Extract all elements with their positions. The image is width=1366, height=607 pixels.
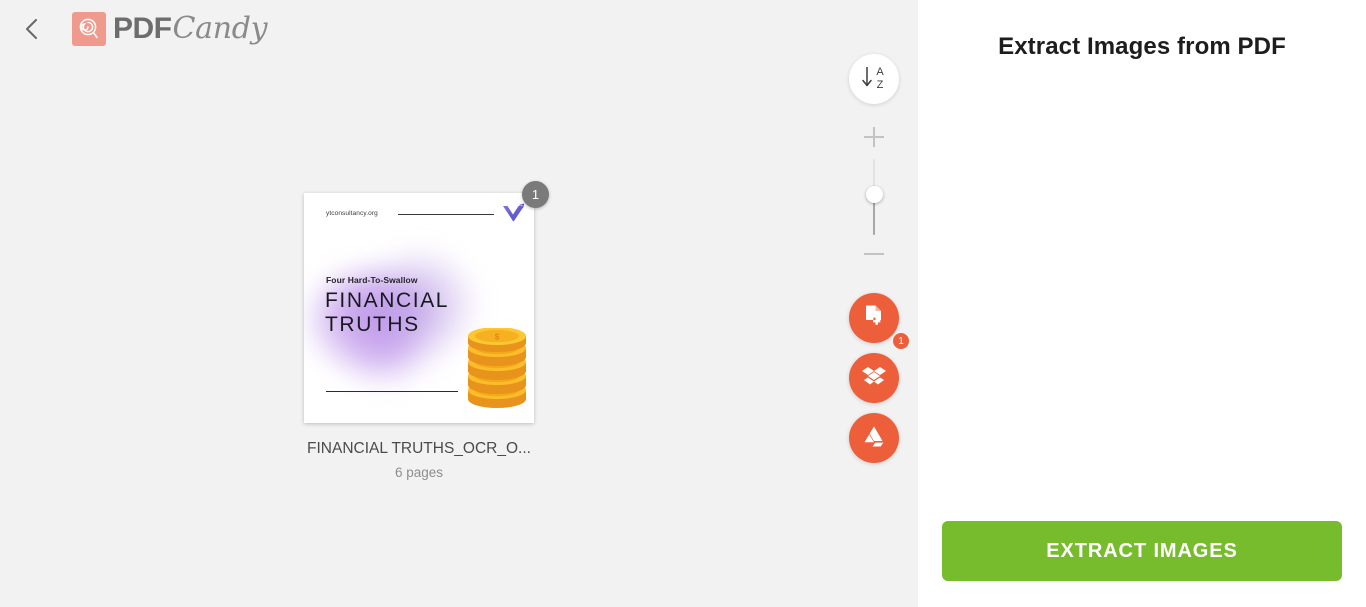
pdfcandy-app: PDF Candy ytconsultancy.org Four Hard-To… bbox=[0, 0, 1366, 607]
document-rule-top bbox=[398, 214, 494, 215]
zoom-slider-track[interactable] bbox=[865, 159, 883, 235]
coin-stack-icon: $ bbox=[464, 327, 530, 410]
file-name-label[interactable]: FINANCIAL TRUTHS_OCR_O... bbox=[304, 440, 534, 458]
file-pages-label: 6 pages bbox=[394, 465, 444, 480]
back-button[interactable] bbox=[10, 7, 54, 51]
google-drive-button[interactable] bbox=[849, 413, 899, 463]
dropbox-button[interactable] bbox=[849, 353, 899, 403]
page-number-badge: 1 bbox=[522, 181, 549, 208]
minus-icon[interactable] bbox=[864, 244, 884, 264]
svg-text:$: $ bbox=[495, 333, 500, 342]
extract-images-button[interactable]: EXTRACT IMAGES bbox=[942, 521, 1342, 581]
dropbox-icon bbox=[861, 363, 887, 394]
file-card[interactable]: ytconsultancy.org Four Hard-To-Swallow F… bbox=[304, 181, 549, 480]
chevron-left-icon bbox=[24, 17, 40, 41]
brand-word-pdf: PDF bbox=[113, 12, 172, 45]
brand-logo[interactable]: PDF Candy bbox=[72, 11, 268, 46]
zoom-slider-handle[interactable] bbox=[865, 186, 883, 203]
lollipop-icon bbox=[72, 12, 106, 46]
plus-icon[interactable] bbox=[864, 127, 884, 147]
sort-az-icon: A Z bbox=[859, 63, 889, 96]
document-rule-bottom bbox=[326, 391, 458, 393]
thumbnail-wrapper: ytconsultancy.org Four Hard-To-Swallow F… bbox=[304, 181, 549, 423]
brand-word-candy: Candy bbox=[172, 11, 268, 46]
tool-rail: A Z 1 bbox=[849, 54, 910, 463]
page-thumbnail[interactable]: ytconsultancy.org Four Hard-To-Swallow F… bbox=[304, 193, 534, 423]
document-kicker: Four Hard-To-Swallow bbox=[326, 275, 418, 285]
document-site-text: ytconsultancy.org bbox=[326, 210, 378, 217]
app-header: PDF Candy bbox=[0, 0, 918, 58]
document-plus-icon bbox=[861, 303, 887, 334]
side-panel: Extract Images from PDF EXTRACT IMAGES bbox=[918, 0, 1366, 607]
svg-text:A: A bbox=[876, 66, 884, 78]
add-file-button[interactable]: 1 bbox=[849, 293, 910, 350]
file-count-badge: 1 bbox=[892, 332, 910, 350]
v-checkmark-icon bbox=[500, 202, 526, 226]
sort-button[interactable]: A Z bbox=[849, 54, 899, 104]
document-title: FINANCIAL TRUTHS bbox=[325, 289, 450, 336]
page-title: Extract Images from PDF bbox=[998, 33, 1286, 60]
google-drive-icon bbox=[861, 424, 887, 453]
svg-text:Z: Z bbox=[877, 79, 884, 91]
canvas-area: PDF Candy ytconsultancy.org Four Hard-To… bbox=[0, 0, 918, 607]
zoom-slider[interactable] bbox=[854, 127, 894, 264]
